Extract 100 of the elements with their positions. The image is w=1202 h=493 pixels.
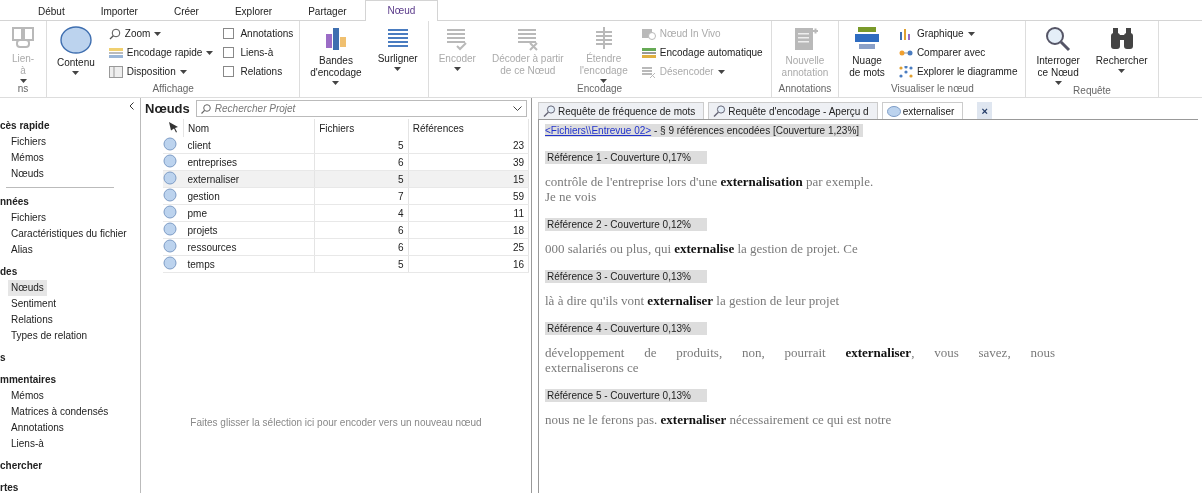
ribbon-button[interactable]: Graphique (896, 25, 1020, 42)
table-cell: 59 (408, 187, 529, 205)
table-cell: 6 (314, 238, 409, 256)
caret-icon (332, 81, 340, 85)
ribbon-button[interactable]: Nuage de mots (845, 25, 889, 79)
reference-heading: Référence 2 - Couverture 0,12% (545, 218, 707, 231)
table-cell: 23 (408, 137, 529, 154)
node-circle-icon (163, 239, 177, 253)
group-label: Requête (1073, 85, 1111, 96)
table-cell: 39 (408, 153, 529, 171)
document-tab[interactable]: externaliser (881, 102, 964, 119)
table-cell: 7 (314, 187, 409, 205)
uncode-icon (641, 65, 656, 78)
chevron-down-icon[interactable] (513, 106, 522, 111)
ribbon-button[interactable]: Explorer le diagramme (896, 63, 1020, 80)
table-cell: 11 (408, 204, 529, 222)
sidebar-heading: cès rapide (0, 119, 51, 133)
checkbox[interactable] (223, 28, 235, 39)
table-cell: 18 (408, 221, 529, 239)
collapse-button[interactable] (129, 100, 134, 112)
ribbon-button[interactable]: Encodage rapide (106, 44, 216, 61)
sidebar-item[interactable]: Fichiers (8, 134, 49, 150)
sidebar-heading: chercher (0, 459, 44, 473)
node-circle-icon (163, 188, 177, 202)
node-circle-icon (163, 222, 177, 236)
ribbon-button[interactable]: Disposition (106, 63, 216, 80)
column-header[interactable]: Fichiers (319, 122, 355, 134)
sidebar-item[interactable]: Liens-à (8, 436, 47, 452)
table-cell: gestion (183, 187, 315, 205)
checkbox[interactable] (223, 47, 235, 58)
ribbon-button[interactable]: Bandes d'encodage (306, 25, 366, 85)
ribbon-button[interactable]: Contenu (53, 25, 99, 75)
sidebar-item[interactable]: Matrices à condensés (8, 404, 112, 420)
sidebar-item[interactable]: Alias (8, 242, 36, 258)
table-cell: client (183, 137, 315, 154)
table-cell: ressources (183, 238, 315, 256)
sidebar-item[interactable]: Caractéristiques du fichier (8, 226, 130, 242)
sidebar-item[interactable]: Nœuds (8, 280, 47, 296)
search-icon (108, 27, 121, 40)
sidebar-item[interactable]: Annotations (8, 420, 67, 436)
group-label: Annotations (778, 83, 832, 94)
reference-heading: Référence 4 - Couverture 0,13% (545, 322, 707, 335)
node-doc-icon (641, 27, 656, 40)
column-header[interactable]: Nom (188, 122, 210, 134)
ribbon-tab[interactable]: Nœud (364, 0, 439, 21)
ribbon-button[interactable]: Surligner (373, 25, 422, 71)
sidebar-item[interactable]: Mémos (8, 150, 47, 166)
ribbon-tab[interactable]: Créer (155, 2, 217, 21)
sidebar-item[interactable]: Fichiers (8, 210, 49, 226)
coded-passage: nous ne le ferons pas. externaliser nécessairement ce qui est notre (545, 412, 893, 427)
source-link[interactable]: <Fichiers\\Entrevue 02> (545, 125, 652, 136)
ribbon-button[interactable]: Encodage automatique (639, 44, 765, 61)
ribbon-tab[interactable]: Importer (82, 2, 156, 21)
caret-icon (453, 67, 461, 71)
search-icon (200, 104, 211, 114)
table-cell: 5 (314, 255, 409, 273)
checkbox-label: Liens-à (240, 47, 274, 58)
caret-icon (206, 50, 214, 55)
close-button[interactable]: × (977, 102, 992, 119)
checkbox[interactable] (223, 66, 235, 77)
sidebar-item[interactable]: Relations (8, 312, 56, 328)
reference-heading: Référence 5 - Couverture 0,13% (545, 389, 707, 402)
table-cell: 4 (314, 204, 409, 222)
sidebar-item[interactable]: Mémos (8, 388, 47, 404)
document-tab[interactable]: Requête de fréquence de mots (538, 102, 705, 119)
chart-icon (898, 27, 913, 40)
caret-icon (19, 79, 27, 83)
drop-hint: Faites glisser la sélection ici pour encoder vers un nouveau nœud (189, 417, 483, 428)
table-cell: 6 (314, 221, 409, 239)
caret-icon (72, 71, 80, 75)
caret-icon (154, 31, 162, 36)
ribbon-button[interactable]: Zoom (106, 25, 216, 42)
node-circle-icon (163, 256, 177, 270)
group-label: Affichage (152, 83, 194, 94)
magnifier-icon (1044, 25, 1073, 53)
caret-icon (717, 69, 725, 74)
node-circle-icon (163, 205, 177, 219)
coded-passage: là à dire qu'ils vont externaliser la gestion de leur projet (545, 293, 841, 308)
document-tab[interactable]: Requête d'encodage - Aperçu d (708, 102, 878, 119)
coverage-summary: - § 9 références encodées [Couverture 1,23%] (652, 125, 860, 136)
sidebar-item[interactable]: Sentiment (8, 296, 60, 312)
caret-icon (394, 67, 402, 71)
ribbon-tab[interactable]: Partager (290, 2, 365, 21)
search-field[interactable]: Rechercher Projet (195, 100, 527, 117)
caret-icon (967, 31, 975, 36)
sidebar-item[interactable]: Types de relation (8, 328, 91, 344)
caret-icon (600, 79, 608, 83)
table-cell: 5 (314, 137, 409, 154)
group-label: Visualiser le nœud (891, 83, 974, 94)
magnifier-icon (543, 105, 556, 117)
sidebar-item[interactable]: Nœuds (8, 166, 47, 182)
ribbon-button[interactable]: Comparer avec (896, 44, 1020, 61)
ribbon-tab[interactable]: Début (20, 2, 83, 21)
coded-passage: 000 salariés ou plus, qui externalise la gestion de projet. Ce (545, 241, 859, 256)
sidebar-heading: des (0, 265, 19, 279)
ribbon-button[interactable]: Interroger ce Nœud (1032, 25, 1084, 85)
column-header[interactable]: Références (412, 122, 464, 134)
ribbon-button[interactable]: Rechercher (1091, 25, 1152, 73)
ribbon-tab[interactable]: Explorer (216, 2, 291, 21)
node-circle-icon (163, 171, 177, 185)
